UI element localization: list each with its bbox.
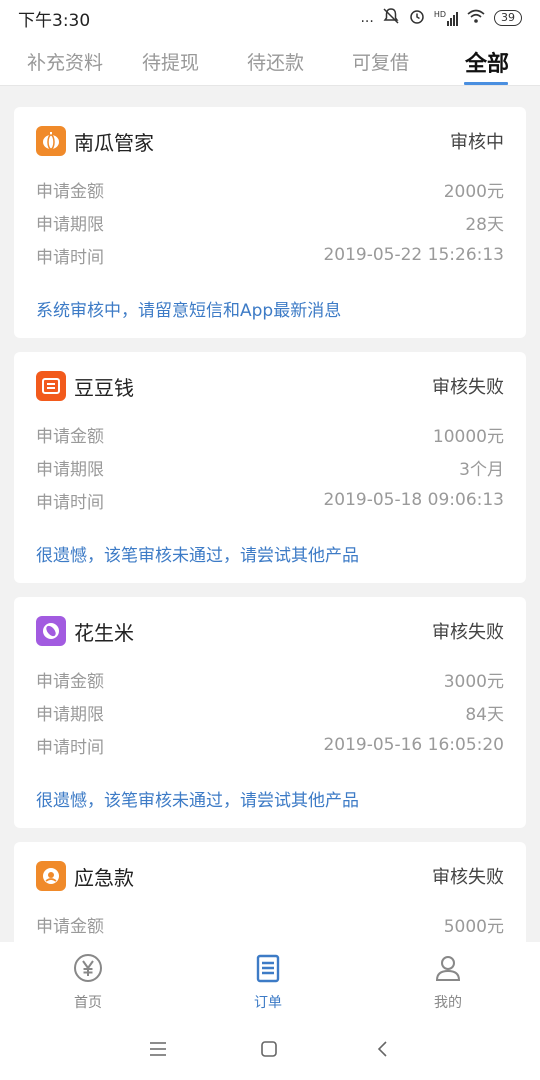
time-row: 申请时间 2019-05-16 16:05:20 (36, 731, 504, 759)
app-name: 豆豆钱 (74, 375, 134, 400)
bottom-nav: 首页 订单 我的 (0, 942, 540, 1014)
tab-pending-repay[interactable]: 待还款 (247, 48, 304, 75)
order-notice: 很遗憾，该笔审核未通过，请尝试其他产品 (36, 546, 359, 566)
alarm-icon (408, 7, 426, 29)
order-status: 审核中 (450, 132, 504, 153)
order-card[interactable]: 豆豆钱 审核失败 申请金额 10000元 申请期限 3个月 申请时间 2019-… (14, 352, 526, 583)
nav-label: 我的 (434, 995, 462, 1011)
system-nav-bar (0, 1014, 540, 1080)
menu-icon[interactable] (143, 1034, 173, 1064)
row-label: 申请期限 (36, 214, 104, 235)
row-label: 申请时间 (36, 247, 104, 268)
row-value: 84天 (465, 704, 504, 725)
nav-orders[interactable]: 订单 (228, 952, 308, 1012)
row-value: 28天 (465, 214, 504, 235)
emergency-icon (36, 861, 66, 891)
app-name: 应急款 (74, 865, 134, 890)
pumpkin-icon (36, 126, 66, 156)
order-filter-tabs: 补充资料 待提现 待还款 可复借 全部 (0, 36, 540, 86)
row-label: 申请金额 (36, 426, 104, 447)
term-row: 申请期限 84天 (36, 698, 504, 726)
doudou-icon (36, 371, 66, 401)
row-label: 申请期限 (36, 459, 104, 480)
row-value: 2019-05-16 16:05:20 (323, 735, 504, 755)
order-status: 审核失败 (432, 867, 504, 888)
row-value: 10000元 (432, 426, 504, 447)
row-label: 申请期限 (36, 704, 104, 725)
yen-coin-icon (72, 952, 104, 988)
time-row: 申请时间 2019-05-18 09:06:13 (36, 486, 504, 514)
row-label: 申请金额 (36, 181, 104, 202)
order-list: 南瓜管家 审核中 申请金额 2000元 申请期限 28天 申请时间 2019-0… (0, 86, 540, 942)
order-card-header: 花生米 审核失败 (36, 615, 504, 647)
row-value: 5000元 (443, 916, 504, 937)
term-row: 申请期限 28天 (36, 208, 504, 236)
nav-label: 订单 (254, 995, 282, 1011)
order-card[interactable]: 花生米 审核失败 申请金额 3000元 申请期限 84天 申请时间 2019-0… (14, 597, 526, 828)
nav-home[interactable]: 首页 (48, 952, 128, 1012)
clipboard-icon (252, 952, 284, 988)
back-icon[interactable] (368, 1034, 398, 1064)
home-square-icon[interactable] (254, 1034, 284, 1064)
status-bar: 下午3:30 ... HD 39 (0, 0, 540, 36)
tab-indicator (464, 82, 508, 85)
time-row: 申请时间 2019-05-22 15:26:13 (36, 241, 504, 269)
order-card-header: 应急款 审核失败 (36, 860, 504, 892)
person-icon (432, 952, 464, 988)
order-card[interactable]: 应急款 审核失败 申请金额 5000元 (14, 842, 526, 942)
app-name: 南瓜管家 (74, 130, 154, 155)
order-card-header: 南瓜管家 审核中 (36, 125, 504, 157)
order-card[interactable]: 南瓜管家 审核中 申请金额 2000元 申请期限 28天 申请时间 2019-0… (14, 107, 526, 338)
order-notice: 很遗憾，该笔审核未通过，请尝试其他产品 (36, 791, 359, 811)
mute-icon (382, 7, 400, 29)
app-name: 花生米 (74, 620, 134, 645)
order-notice: 系统审核中，请留意短信和App最新消息 (36, 301, 342, 321)
term-row: 申请期限 3个月 (36, 453, 504, 481)
order-status: 审核失败 (432, 377, 504, 398)
amount-row: 申请金额 2000元 (36, 175, 504, 203)
wifi-icon (466, 8, 486, 28)
amount-row: 申请金额 5000元 (36, 910, 504, 938)
row-value: 3个月 (459, 459, 504, 480)
order-card-header: 豆豆钱 审核失败 (36, 370, 504, 402)
network-type: HD (433, 10, 446, 19)
row-label: 申请时间 (36, 492, 104, 513)
tab-pending-withdraw[interactable]: 待提现 (142, 48, 199, 75)
row-value: 3000元 (443, 671, 504, 692)
signal-icon: HD (434, 10, 458, 26)
battery-icon: 39 (494, 10, 522, 26)
row-label: 申请金额 (36, 671, 104, 692)
peanut-icon (36, 616, 66, 646)
row-label: 申请时间 (36, 737, 104, 758)
nav-label: 首页 (74, 995, 102, 1011)
tab-all[interactable]: 全部 (465, 46, 509, 78)
order-status: 审核失败 (432, 622, 504, 643)
amount-row: 申请金额 10000元 (36, 420, 504, 448)
status-time: 下午3:30 (18, 10, 91, 31)
more-dots-icon: ... (360, 10, 374, 26)
tab-supplement[interactable]: 补充资料 (27, 48, 103, 75)
tab-reborrow[interactable]: 可复借 (352, 48, 409, 75)
row-value: 2019-05-22 15:26:13 (323, 245, 504, 265)
row-value: 2000元 (443, 181, 504, 202)
row-value: 2019-05-18 09:06:13 (323, 490, 504, 510)
status-icons: ... HD 39 (360, 7, 522, 29)
nav-profile[interactable]: 我的 (408, 952, 488, 1012)
row-label: 申请金额 (36, 916, 104, 937)
amount-row: 申请金额 3000元 (36, 665, 504, 693)
